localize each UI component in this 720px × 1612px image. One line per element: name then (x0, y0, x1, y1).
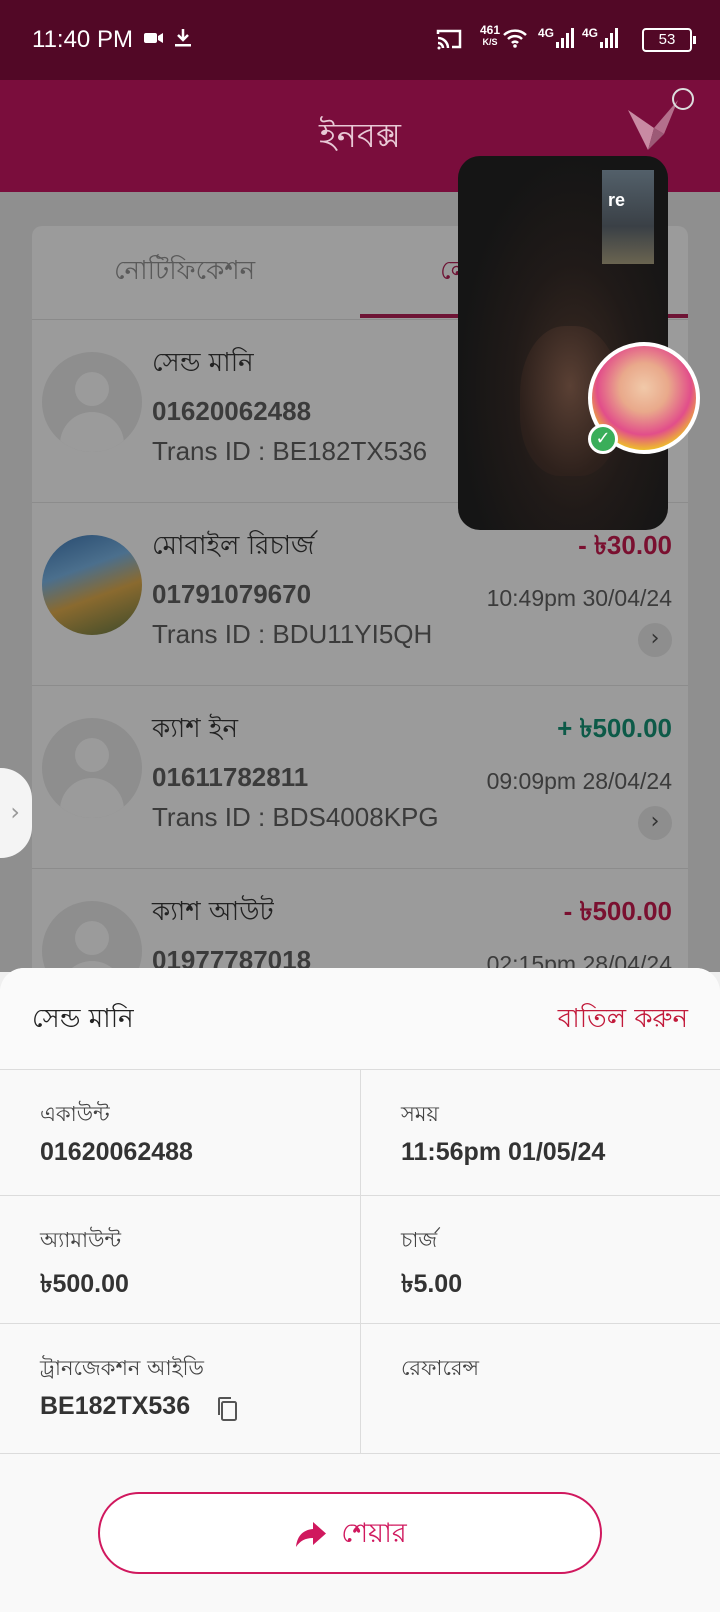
copy-icon[interactable] (216, 1396, 238, 1422)
signal-bars-icon (556, 28, 578, 48)
transaction-id-label: ট্রানজেকশন আইডি (40, 1356, 204, 1380)
wifi-icon (503, 29, 527, 48)
check-icon: ✓ (588, 424, 618, 454)
avatar (42, 535, 142, 635)
signal-label-1: 4G (538, 26, 555, 40)
cancel-button[interactable]: বাতিল করুন (558, 998, 688, 1042)
status-time: 11:40 PM (32, 26, 133, 53)
overlay-circle-icon (672, 88, 694, 110)
transaction-id-cell: ট্রানজেকশন আইডি BE182TX536 (0, 1324, 360, 1454)
sheet-title: সেন্ড মানি (32, 1004, 134, 1034)
transaction-date: 09:09pm 28/04/24 (486, 768, 672, 794)
transaction-row[interactable]: ক্যাশ ইন 01611782811 Trans ID : BDS4008K… (32, 686, 688, 869)
cast-icon (436, 29, 462, 50)
charge-cell: চার্জ ৳5.00 (360, 1196, 720, 1324)
network-speed: 461 K/S (480, 23, 501, 47)
transaction-amount: - ৳500.00 (563, 896, 672, 926)
transaction-type: সেন্ড মানি (152, 348, 254, 378)
reference-cell: রেফারেন্স (360, 1324, 720, 1454)
sheet-header: সেন্ড মানি বাতিল করুন (0, 968, 720, 1070)
amount-label: অ্যামাউন্ট (40, 1228, 121, 1252)
account-cell: একাউন্ট 01620062488 (0, 1070, 360, 1196)
transaction-phone: 01620062488 (152, 396, 312, 426)
bird-logo-icon (628, 100, 678, 150)
chevron-right-icon[interactable]: › (638, 806, 672, 840)
transaction-phone: 01611782811 (152, 762, 309, 792)
charge-label: চার্জ (401, 1228, 438, 1252)
transaction-id: Trans ID : BDU11YI5QH (152, 619, 433, 649)
account-label: একাউন্ট (40, 1102, 110, 1126)
video-camera-icon (144, 33, 163, 43)
status-bar: 11:40 PM 461 K/S 4G 4G 53 (0, 0, 720, 80)
share-button[interactable]: শেয়ার (98, 1492, 602, 1574)
chevron-right-icon[interactable]: › (638, 623, 672, 657)
transaction-date: 10:49pm 30/04/24 (486, 585, 672, 611)
transaction-id: Trans ID : BDS4008KPG (152, 802, 439, 832)
transaction-amount: - ৳30.00 (578, 530, 672, 560)
charge-value: ৳5.00 (401, 1270, 463, 1298)
amount-cell: অ্যামাউন্ট ৳500.00 (0, 1196, 360, 1324)
transaction-amount: + ৳500.00 (557, 713, 672, 743)
self-preview[interactable]: re (602, 170, 654, 264)
signal-label-2: 4G (582, 26, 599, 40)
time-cell: সময় 11:56pm 01/05/24 (360, 1070, 720, 1196)
transaction-row[interactable]: ক্যাশ আউট 01977787018 - ৳500.00 02:15pm … (32, 869, 688, 972)
detail-grid: একাউন্ট 01620062488 সময় 11:56pm 01/05/2… (0, 1070, 720, 1464)
transaction-type: ক্যাশ আউট (152, 897, 274, 927)
transaction-phone: 01791079670 (152, 579, 312, 609)
share-arrow-icon (296, 1521, 327, 1547)
amount-value: ৳500.00 (40, 1270, 129, 1298)
avatar (42, 718, 142, 818)
avatar (42, 901, 142, 972)
chevron-right-icon: › (10, 798, 20, 826)
transaction-type: মোবাইল রিচার্জ (152, 531, 315, 561)
share-label: শেয়ার (341, 1517, 407, 1549)
account-value: 01620062488 (40, 1138, 193, 1166)
avatar (42, 352, 142, 452)
download-icon (175, 29, 191, 47)
time-label: সময় (401, 1102, 439, 1126)
transaction-detail-sheet: সেন্ড মানি বাতিল করুন একাউন্ট 0162006248… (0, 968, 720, 1612)
transaction-type: ক্যাশ ইন (152, 714, 238, 744)
time-value: 11:56pm 01/05/24 (401, 1138, 606, 1166)
transaction-id: Trans ID : BE182TX536 (152, 436, 428, 466)
transaction-row[interactable]: মোবাইল রিচার্জ 01791079670 Trans ID : BD… (32, 503, 688, 686)
battery-icon: 53 (642, 28, 696, 52)
reference-label: রেফারেন্স (401, 1356, 480, 1380)
transaction-id-value: BE182TX536 (40, 1392, 191, 1420)
tab-notification[interactable]: নোটিফিকেশন (114, 250, 255, 294)
signal-bars-icon (600, 28, 622, 48)
